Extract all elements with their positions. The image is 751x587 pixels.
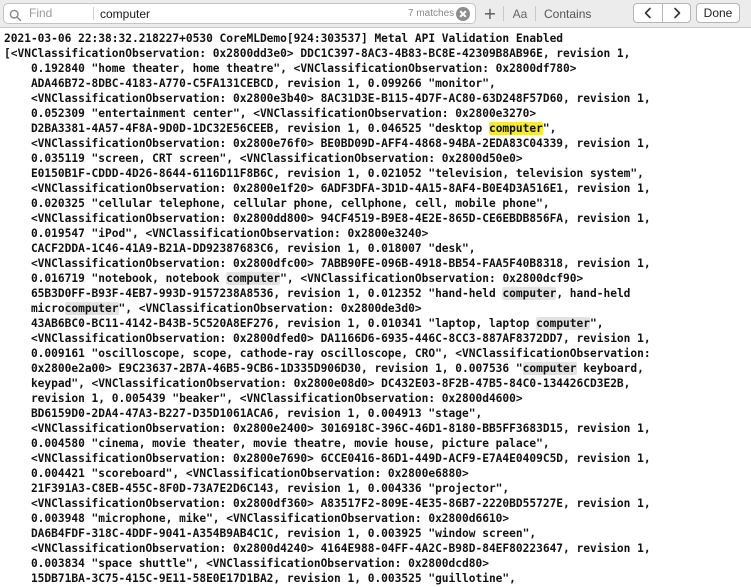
search-match: computer bbox=[522, 362, 577, 375]
console-line: <VNClassificationObservation: 0x2800dd80… bbox=[4, 212, 651, 225]
search-match: computer bbox=[64, 302, 119, 315]
console-line: 0.004421 "scoreboard", <VNClassification… bbox=[4, 467, 469, 480]
find-mode-label[interactable]: Find bbox=[29, 6, 52, 20]
toolbar-divider bbox=[535, 6, 536, 21]
done-button[interactable]: Done bbox=[696, 3, 740, 23]
console-line: CACF2DDA-1C46-41A9-B21A-DD92387683C6, re… bbox=[4, 242, 476, 255]
console-line: 0.003834 "space shuttle", <VNClassificat… bbox=[4, 557, 489, 570]
console-line: 0.192840 "home theater, home theatre", <… bbox=[4, 62, 577, 75]
console-line: keypad", <VNClassificationObservation: 0… bbox=[4, 377, 631, 390]
console-line: 0x2800e2a00> E9C23637-2B7A-46B5-9CB6-1D3… bbox=[4, 362, 644, 375]
console-line: E0150B1F-CDDD-4D26-8644-6116D11F8B6C, re… bbox=[4, 167, 644, 180]
console-line: 0.020325 "cellular telephone, cellular p… bbox=[4, 197, 550, 210]
current-search-match: computer bbox=[488, 122, 543, 135]
console-line: ADA46B72-8DBC-4183-A770-C5FA131CEBCD, re… bbox=[4, 77, 496, 90]
add-pattern-button[interactable]: + bbox=[479, 4, 501, 24]
console-line: DA6B4FDF-318C-4DDF-9041-A354B9AB4C1C, re… bbox=[4, 527, 537, 540]
console-line: 0.009161 "oscilloscope, scope, cathode-r… bbox=[4, 347, 651, 360]
console-line: <VNClassificationObservation: 0x2800d424… bbox=[4, 542, 651, 555]
console-line: <VNClassificationObservation: 0x2800e240… bbox=[4, 422, 651, 435]
console-line: 15DB71BA-3C75-415C-9E11-58E0E17D1BA2, re… bbox=[4, 572, 516, 585]
console-line: <VNClassificationObservation: 0x2800dfc0… bbox=[4, 257, 651, 270]
console-line: revision 1, 0.005439 "beaker", <VNClassi… bbox=[4, 392, 523, 405]
console-line: <VNClassificationObservation: 0x2800e3b4… bbox=[4, 92, 651, 105]
console-log-text: 2021-03-06 22:38:32.218227+0530 CoreMLDe… bbox=[4, 31, 651, 586]
console-line: D2BA3381-4A57-4F8A-9D0D-1DC32E56CEEB, re… bbox=[4, 122, 557, 135]
console-line: 0.004580 "cinema, movie theater, movie t… bbox=[4, 437, 550, 450]
clear-search-icon[interactable] bbox=[456, 7, 470, 21]
chevron-left-icon bbox=[644, 7, 651, 19]
console-line: BD6159D0-2DA4-47A3-B227-D35D1061ACA6, re… bbox=[4, 407, 483, 420]
console-line: 0.052309 "entertainment center", <VNClas… bbox=[4, 107, 537, 120]
console-line: <VNClassificationObservation: 0x2800e769… bbox=[4, 452, 651, 465]
toolbar-divider bbox=[503, 6, 504, 21]
console-line: 2021-03-06 22:38:32.218227+0530 CoreMLDe… bbox=[4, 32, 564, 45]
console-line: <VNClassificationObservation: 0x2800dfed… bbox=[4, 332, 651, 345]
search-match: computer bbox=[226, 272, 281, 285]
console-line: 21F391A3-C8EB-455C-8F0D-73A7E2D6C143, re… bbox=[4, 482, 510, 495]
previous-match-button[interactable] bbox=[634, 4, 663, 22]
search-match: computer bbox=[502, 287, 557, 300]
match-case-button[interactable]: Aa bbox=[509, 6, 531, 22]
console-line: 0.035119 "screen, CRT screen", <VNClassi… bbox=[4, 152, 523, 165]
console-line: <VNClassificationObservation: 0x2800e76f… bbox=[4, 137, 651, 150]
match-navigation bbox=[633, 3, 691, 23]
console-line: 43AB6BC0-BC11-4142-B43B-5C520A8EF276, re… bbox=[4, 317, 604, 330]
console-line: 0.016719 "notebook, notebook computer", … bbox=[4, 272, 584, 285]
search-input[interactable] bbox=[100, 5, 420, 22]
console-line: 65B3D0FF-B93F-4EB7-993D-9157238A8536, re… bbox=[4, 287, 631, 300]
field-divider bbox=[93, 7, 94, 20]
find-bar: Find 7 matches + Aa Contains Done bbox=[0, 0, 751, 28]
chevron-right-icon bbox=[674, 7, 681, 19]
find-field[interactable]: Find 7 matches bbox=[3, 3, 476, 24]
match-count: 7 matches bbox=[408, 8, 455, 19]
console-line: 0.019547 "iPod", <VNClassificationObserv… bbox=[4, 227, 429, 240]
next-match-button[interactable] bbox=[663, 4, 690, 22]
console-line: <VNClassificationObservation: 0x2800df36… bbox=[4, 497, 651, 510]
console-output[interactable]: 2021-03-06 22:38:32.218227+0530 CoreMLDe… bbox=[0, 28, 751, 587]
search-match: computer bbox=[536, 317, 590, 330]
console-line: microcomputer", <VNClassificationObserva… bbox=[4, 302, 422, 315]
console-line: 0.003948 "microphone, mike", <VNClassifi… bbox=[4, 512, 510, 525]
console-line: [<VNClassificationObservation: 0x2800dd3… bbox=[4, 47, 631, 60]
match-mode-select[interactable]: Contains bbox=[544, 6, 626, 22]
magnifying-glass-icon[interactable] bbox=[9, 7, 22, 22]
console-line: <VNClassificationObservation: 0x2800e1f2… bbox=[4, 182, 651, 195]
